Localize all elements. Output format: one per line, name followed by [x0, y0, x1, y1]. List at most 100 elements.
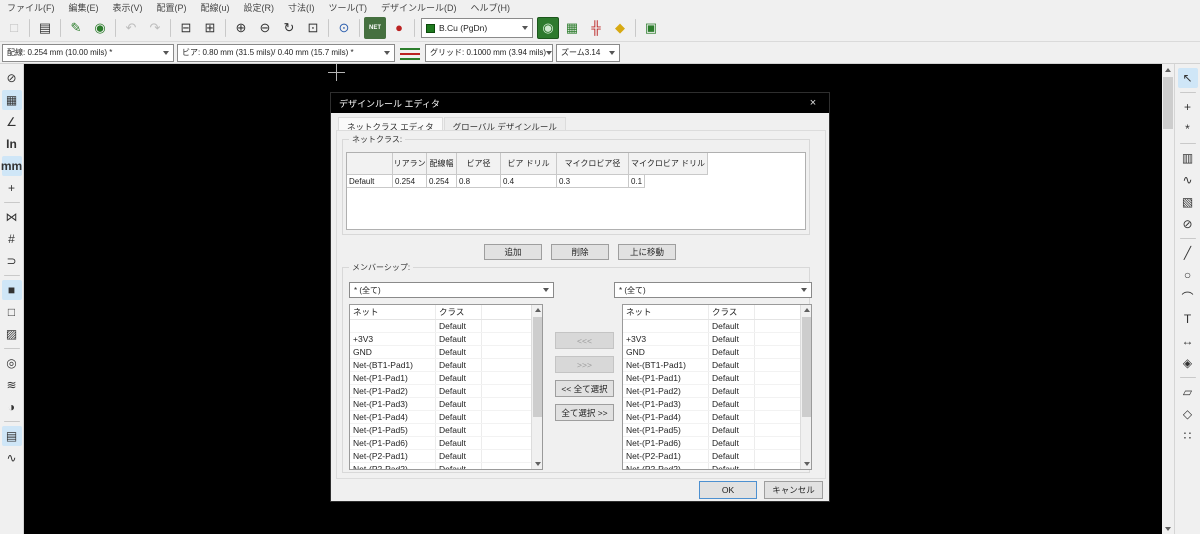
net-row[interactable]: Net-(P1-Pad1) Default — [623, 372, 811, 385]
footprint-viewer-icon[interactable]: ◉ — [89, 17, 111, 39]
draw-line-icon[interactable]: ╱ — [1178, 243, 1198, 263]
dialog-titlebar[interactable]: デザインルール エディタ × — [331, 93, 829, 113]
module-ratsnest-icon[interactable]: # — [2, 229, 22, 249]
menu-dimensions[interactable]: 寸法(I) — [281, 1, 322, 14]
net-row[interactable]: Net-(P2-Pad2) Default — [350, 463, 542, 470]
units-inch-icon[interactable]: In — [2, 134, 22, 154]
track-display-icon[interactable] — [400, 44, 420, 62]
add-text-icon[interactable]: T — [1178, 309, 1198, 329]
netclass-cell[interactable]: 0.254 — [427, 175, 457, 188]
keepout-zone-icon[interactable]: ⊘ — [1178, 214, 1198, 234]
drc-icon[interactable]: ● — [388, 17, 410, 39]
net-row[interactable]: Net-(P1-Pad3) Default — [350, 398, 542, 411]
highlight-net-icon[interactable]: + — [1178, 97, 1198, 117]
layers-manager-icon[interactable]: ▤ — [2, 426, 22, 446]
net-row[interactable]: Net-(P1-Pad6) Default — [350, 437, 542, 450]
left-net-list[interactable]: ネット クラス Default +3V3 Default — [349, 304, 543, 470]
right-filter-select[interactable]: * (全て) — [614, 282, 812, 298]
page-settings-icon[interactable]: ▤ — [34, 17, 56, 39]
scroll-up-icon[interactable] — [1162, 64, 1174, 76]
polar-coords-icon[interactable]: ∠ — [2, 112, 22, 132]
add-zone-icon[interactable]: ▧ — [1178, 192, 1198, 212]
zoom-in-icon[interactable]: ⊕ — [230, 17, 252, 39]
net-row[interactable]: Net-(P1-Pad6) Default — [623, 437, 811, 450]
list-scrollbar[interactable] — [531, 305, 542, 469]
netclass-cell[interactable]: 0.3 — [557, 175, 629, 188]
zones-sketch-icon[interactable]: □ — [2, 302, 22, 322]
menu-help[interactable]: ヘルプ(H) — [464, 1, 518, 14]
grid-show-icon[interactable]: ▦ — [2, 90, 22, 110]
draw-arc-icon[interactable]: ⌒ — [1178, 287, 1198, 307]
layer-selector[interactable]: B.Cu (PgDn) — [421, 18, 533, 38]
tracks-sketch-icon[interactable]: ≋ — [2, 375, 22, 395]
scroll-up-icon[interactable] — [801, 305, 812, 316]
drill-origin-icon[interactable]: ◇ — [1178, 404, 1198, 424]
scroll-down-icon[interactable] — [801, 458, 812, 469]
scroll-up-icon[interactable] — [532, 305, 543, 316]
add-netclass-button[interactable]: 追加 — [484, 244, 542, 260]
route-track-icon[interactable]: ∿ — [1178, 170, 1198, 190]
net-row[interactable]: +3V3 Default — [623, 333, 811, 346]
scrollbar-thumb[interactable] — [533, 317, 542, 417]
net-row[interactable]: Default — [350, 320, 542, 333]
net-row[interactable]: Default — [623, 320, 811, 333]
list-scrollbar[interactable] — [800, 305, 811, 469]
net-row[interactable]: Net-(P1-Pad4) Default — [350, 411, 542, 424]
cursor-shape-icon[interactable]: + — [2, 178, 22, 198]
net-row[interactable]: GND Default — [623, 346, 811, 359]
footprint-mode-icon[interactable]: ▦ — [561, 17, 583, 39]
zoom-redraw-icon[interactable]: ↻ — [278, 17, 300, 39]
vias-sketch-icon[interactable]: ◎ — [2, 353, 22, 373]
python-console-icon[interactable]: ▣ — [640, 17, 662, 39]
right-net-list[interactable]: ネット クラス Default +3V3 Default — [622, 304, 812, 470]
route-mode-icon[interactable]: ╬ — [585, 17, 607, 39]
autodel-track-icon[interactable]: ⊃ — [2, 251, 22, 271]
ratsnest-show-icon[interactable]: ⋈ — [2, 207, 22, 227]
netclass-cell[interactable]: 0.8 — [457, 175, 501, 188]
netlist-icon[interactable]: NET — [364, 17, 386, 39]
canvas-vertical-scrollbar[interactable] — [1162, 64, 1174, 534]
menu-design-rules[interactable]: デザインルール(D) — [374, 1, 464, 14]
drc-off-icon[interactable]: ⊘ — [2, 68, 22, 88]
net-row[interactable]: GND Default — [350, 346, 542, 359]
grid-select[interactable]: グリッド: 0.1000 mm (3.94 mils) — [425, 44, 553, 62]
net-row[interactable]: Net-(P2-Pad2) Default — [623, 463, 811, 470]
select-all-right-button[interactable]: 全て選択 >> — [555, 404, 614, 421]
remove-netclass-button[interactable]: 削除 — [551, 244, 609, 260]
ok-button[interactable]: OK — [699, 481, 757, 499]
zoom-select[interactable]: ズーム3.14 — [556, 44, 620, 62]
netclass-cell[interactable]: 0.254 — [393, 175, 427, 188]
netclass-cell[interactable]: 0.1 — [629, 175, 645, 188]
units-mm-icon[interactable]: mm — [2, 156, 22, 176]
net-row[interactable]: Net-(P2-Pad1) Default — [623, 450, 811, 463]
find-icon[interactable]: ⊙ — [333, 17, 355, 39]
zoom-out-icon[interactable]: ⊖ — [254, 17, 276, 39]
menu-view[interactable]: 表示(V) — [106, 1, 150, 14]
net-row[interactable]: Net-(P1-Pad4) Default — [623, 411, 811, 424]
scrollbar-thumb[interactable] — [1163, 77, 1173, 129]
net-row[interactable]: Net-(P1-Pad2) Default — [623, 385, 811, 398]
cancel-button[interactable]: キャンセル — [764, 481, 823, 499]
plot-icon[interactable]: ⊞ — [199, 17, 221, 39]
net-row[interactable]: Net-(P1-Pad2) Default — [350, 385, 542, 398]
net-row[interactable]: Net-(P2-Pad1) Default — [350, 450, 542, 463]
net-row[interactable]: Net-(P1-Pad5) Default — [623, 424, 811, 437]
draw-circle-icon[interactable]: ○ — [1178, 265, 1198, 285]
add-footprint-icon[interactable]: ▥ — [1178, 148, 1198, 168]
net-row[interactable]: Net-(BT1-Pad1) Default — [623, 359, 811, 372]
via-size-select[interactable]: ビア: 0.80 mm (31.5 mils)/ 0.40 mm (15.7 m… — [177, 44, 395, 62]
menu-preferences[interactable]: 設定(R) — [237, 1, 282, 14]
select-tool-icon[interactable]: ↖ — [1178, 68, 1198, 88]
track-width-select[interactable]: 配線: 0.254 mm (10.00 mils) * — [2, 44, 174, 62]
add-dimension-icon[interactable]: ↔ — [1178, 331, 1198, 351]
zones-nofill-icon[interactable]: ▨ — [2, 324, 22, 344]
contrast-mode-icon[interactable]: ◑ — [2, 397, 22, 417]
menu-route[interactable]: 配線(u) — [194, 1, 237, 14]
move-up-button[interactable]: 上に移動 — [618, 244, 676, 260]
print-icon[interactable]: ⊟ — [175, 17, 197, 39]
menu-tools[interactable]: ツール(T) — [322, 1, 375, 14]
zones-filled-icon[interactable]: ■ — [2, 280, 22, 300]
add-target-icon[interactable]: ◈ — [1178, 353, 1198, 373]
net-row[interactable]: Net-(P1-Pad5) Default — [350, 424, 542, 437]
scroll-down-icon[interactable] — [1162, 522, 1174, 534]
